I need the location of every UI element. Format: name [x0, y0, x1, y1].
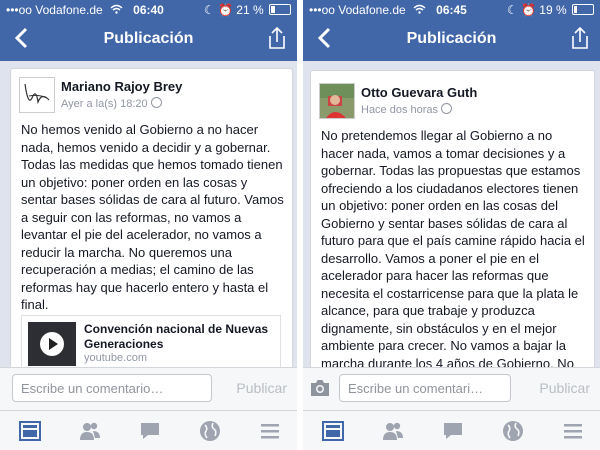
news-feed-icon[interactable] — [321, 419, 345, 443]
share-icon[interactable] — [570, 26, 590, 50]
tab-bar — [0, 410, 297, 450]
video-thumbnail[interactable] — [28, 322, 76, 366]
link-title: Convención nacional de Nuevas Generacion… — [84, 322, 269, 351]
battery-icon — [572, 4, 594, 15]
page-title: Publicación — [406, 30, 497, 47]
post-author[interactable]: Mariano Rajoy Brey — [61, 79, 182, 94]
comment-bar: Escribe un comentari… Publicar — [303, 367, 600, 410]
share-icon[interactable] — [267, 26, 287, 50]
tab-bar — [303, 410, 600, 450]
post-card: Otto Guevara Guth Hace dos horas No pret… — [310, 70, 595, 392]
post-text: No hemos venido al Gobierno a no hacer n… — [21, 122, 284, 312]
alarm-icon: ⏰ — [218, 3, 233, 17]
camera-icon[interactable] — [309, 378, 331, 398]
avatar[interactable] — [19, 77, 55, 113]
signature-logo-icon — [24, 83, 50, 105]
status-bar: •••oo Vodafone.de 06:45 ☾ ⏰ 19 % — [303, 0, 600, 20]
left-screenshot: •••oo Vodafone.de 06:40 ☾ ⏰ 21 % Publica… — [0, 0, 297, 450]
publish-button[interactable]: Publicar — [539, 374, 590, 402]
menu-icon[interactable] — [561, 419, 585, 443]
public-globe-icon — [150, 97, 162, 108]
friends-icon[interactable] — [78, 419, 102, 443]
post-text: No pretendemos llegar al Gobierno a no h… — [321, 128, 585, 388]
right-screenshot: •••oo Vodafone.de 06:45 ☾ ⏰ 19 % Publica… — [303, 0, 600, 450]
page-title: Publicación — [103, 30, 194, 47]
link-preview[interactable]: Convención nacional de Nuevas Generacion… — [21, 315, 281, 371]
top-bar: •••oo Vodafone.de 06:40 ☾ ⏰ 21 % Publica… — [0, 0, 297, 61]
post-card: Mariano Rajoy Brey Ayer a la(s) 18:20 No… — [10, 68, 293, 380]
comment-input[interactable]: Escribe un comentari… — [339, 374, 511, 402]
avatar[interactable] — [319, 83, 355, 119]
post-author[interactable]: Otto Guevara Guth — [361, 85, 477, 100]
battery-level — [574, 6, 577, 13]
battery-percent: 19 % — [539, 3, 567, 17]
comment-input[interactable]: Escribe un comentario… — [12, 374, 212, 402]
post-timestamp: Hace dos horas — [361, 103, 453, 116]
messages-icon[interactable] — [138, 419, 162, 443]
top-bar: •••oo Vodafone.de 06:45 ☾ ⏰ 19 % Publica… — [303, 0, 600, 61]
battery-level — [271, 6, 275, 13]
play-icon[interactable] — [40, 332, 64, 356]
moon-icon: ☾ — [506, 3, 518, 17]
globe-icon[interactable] — [501, 419, 525, 443]
comment-bar: Escribe un comentario… Publicar — [0, 367, 297, 410]
public-globe-icon — [441, 103, 453, 114]
battery-icon — [269, 4, 291, 15]
post-timestamp: Ayer a la(s) 18:20 — [61, 97, 162, 110]
alarm-icon: ⏰ — [521, 3, 536, 17]
messages-icon[interactable] — [441, 419, 465, 443]
battery-indicator: ☾ ⏰ 21 % — [204, 3, 291, 17]
moon-icon: ☾ — [203, 3, 215, 17]
news-feed-icon[interactable] — [18, 419, 42, 443]
friends-icon[interactable] — [381, 419, 405, 443]
battery-indicator: ☾ ⏰ 19 % — [507, 3, 594, 17]
globe-icon[interactable] — [198, 419, 222, 443]
battery-percent: 21 % — [236, 3, 264, 17]
link-domain: youtube.com — [84, 352, 147, 364]
publish-button[interactable]: Publicar — [236, 374, 287, 402]
menu-icon[interactable] — [258, 419, 282, 443]
status-bar: •••oo Vodafone.de 06:40 ☾ ⏰ 21 % — [0, 0, 297, 20]
profile-photo-icon — [320, 84, 354, 118]
